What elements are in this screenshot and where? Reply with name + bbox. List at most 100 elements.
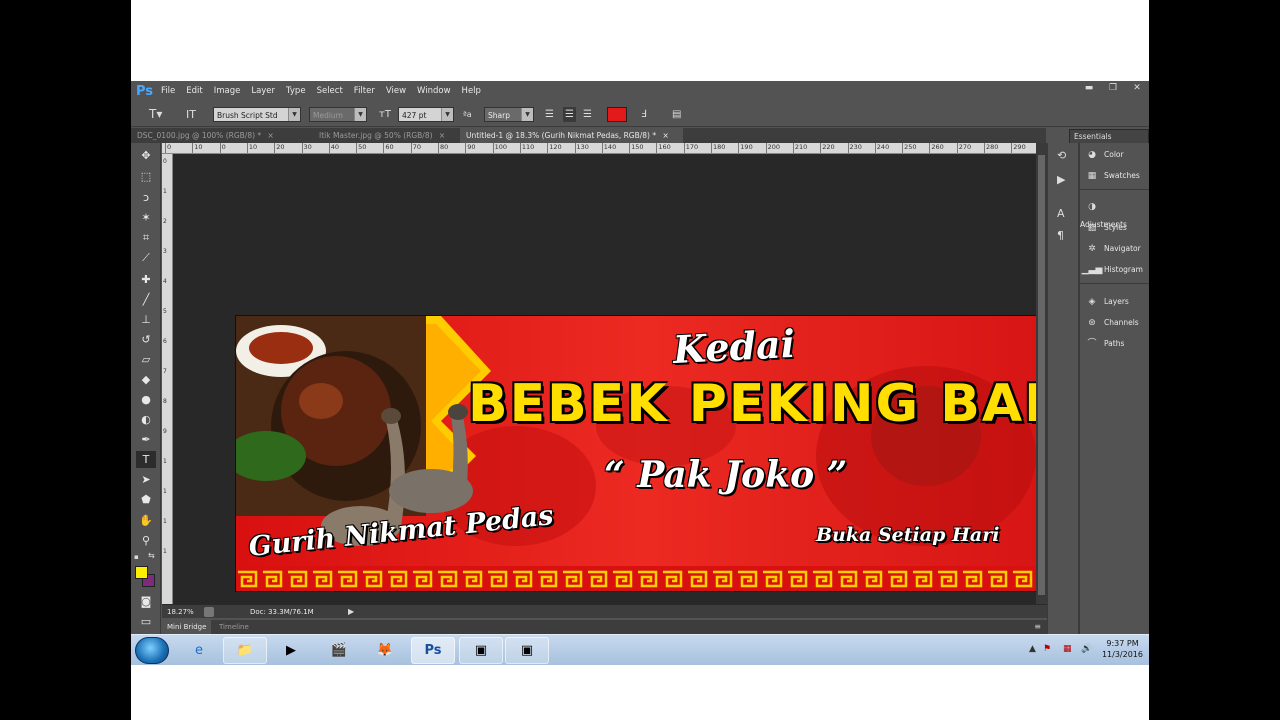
menu-select[interactable]: Select — [317, 86, 343, 96]
pen-tool-icon[interactable]: ✒ — [136, 431, 156, 448]
panel-navigator[interactable]: ✲ Navigator — [1080, 240, 1149, 258]
tab-close-icon[interactable]: × — [268, 131, 274, 140]
menu-edit[interactable]: Edit — [186, 86, 202, 96]
panel-label: Channels — [1104, 318, 1139, 327]
path-selection-tool-icon[interactable]: ➤ — [136, 471, 156, 488]
banner-kedai[interactable]: Kedai — [672, 321, 796, 372]
actions-panel-icon[interactable]: ▶ — [1057, 173, 1071, 187]
banner-owner[interactable]: “ Pak Joko ” — [604, 454, 847, 496]
panel-adjustments[interactable]: ◑Adjustments — [1080, 198, 1149, 229]
menu-layer[interactable]: Layer — [251, 86, 275, 96]
marquee-tool-icon[interactable]: ⬚ — [136, 168, 156, 185]
hand-tool-icon[interactable]: ✋ — [136, 512, 156, 529]
default-colors-icon[interactable]: ▪ — [134, 553, 139, 561]
foreground-color-swatch[interactable] — [135, 566, 148, 579]
font-family-select[interactable]: Brush Script Std ▼ — [213, 107, 301, 122]
status-menu-arrow-icon[interactable]: ▶ — [348, 605, 354, 619]
file-explorer-icon[interactable]: 📁 — [223, 637, 267, 664]
font-size-select[interactable]: 427 pt ▼ — [398, 107, 454, 122]
move-tool-icon[interactable]: ✥ — [136, 147, 156, 164]
network-icon[interactable]: ▦ — [1063, 644, 1072, 654]
brush-tool-icon[interactable]: ╱ — [136, 291, 156, 308]
align-right-icon[interactable]: ☰ — [583, 107, 592, 122]
panel-swatches[interactable]: ▦ Swatches — [1080, 167, 1149, 185]
zoom-tool-icon[interactable]: ⚲ — [136, 532, 156, 549]
character-panel-icon[interactable]: A — [1057, 207, 1071, 221]
shape-tool-icon[interactable]: ⬟ — [136, 491, 156, 508]
panel-histogram[interactable]: ▁▃▅ Histogram — [1080, 261, 1149, 279]
healing-brush-tool-icon[interactable]: ✚ — [136, 271, 156, 288]
zoom-level[interactable]: 18.27% — [167, 605, 194, 619]
app-taskbar-button-1[interactable]: ▣ — [459, 637, 503, 664]
menu-type[interactable]: Type — [286, 86, 306, 96]
restore-button[interactable]: ❐ — [1101, 81, 1125, 95]
paint-bucket-tool-icon[interactable]: ◆ — [136, 371, 156, 388]
app-taskbar-button-2[interactable]: ▣ — [505, 637, 549, 664]
media-player-icon[interactable]: ▶ — [269, 637, 313, 664]
workspace-switcher[interactable]: Essentials — [1069, 129, 1149, 144]
banner-artwork[interactable]: Kedai BEBEK PEKING BAKAR “ Pak Joko ” Gu… — [236, 316, 1057, 591]
panel-menu-icon[interactable]: ≡ — [1034, 620, 1041, 634]
menu-window[interactable]: Window — [417, 86, 451, 96]
align-left-icon[interactable]: ☰ — [545, 107, 554, 122]
paragraph-panel-icon[interactable]: ¶ — [1057, 229, 1071, 243]
panel-paths[interactable]: ⌒ Paths — [1080, 335, 1149, 353]
panel-styles[interactable]: ▨ Styles — [1080, 219, 1149, 237]
tab-close-icon[interactable]: × — [663, 131, 669, 140]
text-orientation-icon[interactable]: IT — [186, 107, 196, 122]
quick-mask-icon[interactable]: ◙ — [136, 593, 156, 610]
system-clock[interactable]: 9:37 PM 11/3/2016 — [1102, 638, 1143, 660]
panel-color[interactable]: ◕ Color — [1080, 146, 1149, 164]
canvas-area[interactable]: Kedai BEBEK PEKING BAKAR “ Pak Joko ” Gu… — [173, 154, 1057, 604]
close-button[interactable]: ✕ — [1125, 81, 1149, 95]
panel-channels[interactable]: ⊛ Channels — [1080, 314, 1149, 332]
horizontal-ruler: 0 10 0 10 20 30 40 50 60 70 80 90 100 110 120 130 140 150… — [162, 143, 1047, 154]
banner-title[interactable]: BEBEK PEKING BAKAR — [468, 374, 1057, 434]
action-center-icon[interactable]: ⚑ — [1043, 644, 1051, 654]
banner-hours[interactable]: Buka Setiap Hari — [816, 524, 999, 546]
swap-colors-icon[interactable]: ⇆ — [148, 551, 155, 560]
tab-timeline[interactable]: Timeline — [214, 620, 254, 634]
font-style-select[interactable]: Medium ▼ — [309, 107, 367, 122]
type-tool-icon[interactable]: T — [136, 451, 156, 468]
menu-image[interactable]: Image — [214, 86, 241, 96]
history-brush-tool-icon[interactable]: ↺ — [136, 331, 156, 348]
eyedropper-tool-icon[interactable]: ⟋ — [136, 249, 156, 266]
vertical-scrollbar[interactable] — [1036, 143, 1047, 604]
scrollbar-thumb[interactable] — [1038, 155, 1045, 595]
show-hidden-icons[interactable]: ▲ — [1029, 644, 1036, 654]
panel-layers[interactable]: ◈ Layers — [1080, 293, 1149, 311]
tab-untitled-1[interactable]: Untitled-1 @ 18.3% (Gurih Nikmat Pedas, … — [460, 128, 683, 143]
tab-close-icon[interactable]: × — [439, 131, 445, 140]
lasso-tool-icon[interactable]: ↄ — [136, 189, 156, 206]
tab-dsc-0100[interactable]: DSC_0100.jpg @ 100% (RGB/8) * × — [131, 128, 309, 143]
start-button[interactable] — [135, 637, 169, 664]
character-panel-icon[interactable]: ▤ — [672, 107, 681, 122]
antialias-select[interactable]: Sharp ▼ — [484, 107, 534, 122]
clone-stamp-tool-icon[interactable]: ⊥ — [136, 311, 156, 328]
text-color-swatch[interactable] — [607, 107, 627, 122]
menu-view[interactable]: View — [386, 86, 406, 96]
firefox-icon[interactable]: 🦊 — [363, 637, 407, 664]
screen-mode-icon[interactable]: ▭ — [136, 613, 156, 630]
internet-explorer-icon[interactable]: e — [177, 637, 221, 664]
menu-help[interactable]: Help — [462, 86, 481, 96]
history-panel-icon[interactable]: ⟲ — [1057, 149, 1071, 163]
crop-tool-icon[interactable]: ⌗ — [136, 229, 156, 246]
dodge-tool-icon[interactable]: ◐ — [136, 411, 156, 428]
magic-wand-tool-icon[interactable]: ✶ — [136, 209, 156, 226]
blur-tool-icon[interactable]: ● — [136, 391, 156, 408]
menu-file[interactable]: File — [161, 86, 175, 96]
minimize-button[interactable]: ▬ — [1077, 81, 1101, 95]
type-tool-preset-icon[interactable]: T▾ — [149, 107, 162, 122]
tab-mini-bridge[interactable]: Mini Bridge — [162, 620, 212, 634]
menu-filter[interactable]: Filter — [354, 86, 375, 96]
tab-itik-master[interactable]: Itik Master.jpg @ 50% (RGB/8) × — [313, 128, 459, 143]
volume-icon[interactable]: 🔊 — [1081, 644, 1092, 654]
photoshop-taskbar-button[interactable]: Ps — [411, 637, 455, 664]
status-info-icon[interactable] — [204, 607, 214, 617]
eraser-tool-icon[interactable]: ▱ — [136, 351, 156, 368]
media-player-classic-icon[interactable]: 🎬 — [317, 637, 361, 664]
align-center-icon[interactable]: ☰ — [563, 107, 576, 122]
warp-text-icon[interactable]: Ⅎ — [641, 107, 647, 122]
